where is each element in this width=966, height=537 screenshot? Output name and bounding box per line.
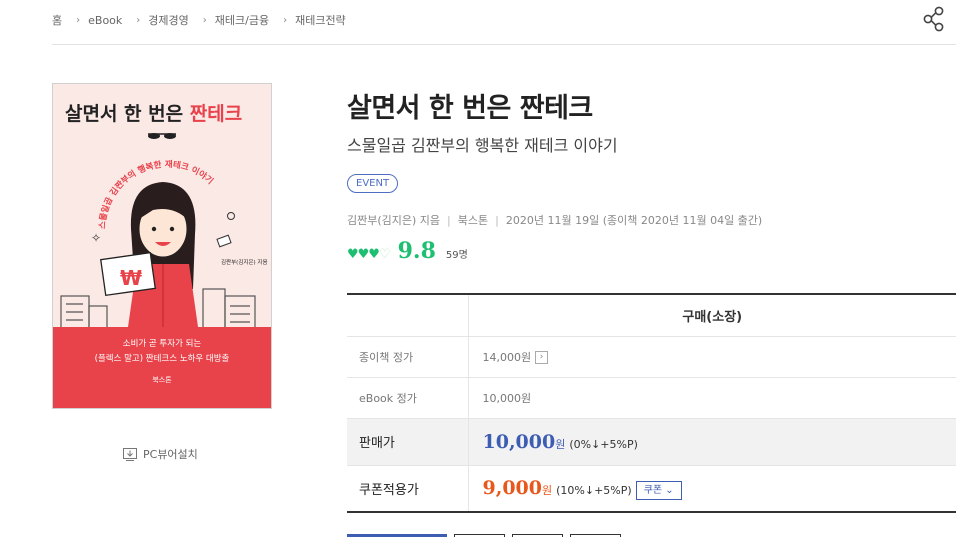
publisher-link[interactable]: 북스톤 [458, 214, 488, 227]
share-icon[interactable] [922, 6, 946, 32]
sale-price-label: 판매가 [347, 418, 469, 466]
sale-price: 10,000 [482, 430, 556, 453]
pc-viewer-install-button[interactable]: PC뷰어설치 [123, 446, 198, 462]
chevron-right-icon: › [202, 14, 207, 26]
cover-author: 김짠부(김지은) 지음 [221, 258, 268, 266]
coupon-price-unit: 원 [542, 483, 553, 497]
paper-price-label: 종이책 정가 [347, 336, 469, 378]
chevron-right-icon[interactable]: › [535, 351, 549, 364]
svg-text:✧: ✧ [91, 231, 101, 245]
breadcrumb-finance[interactable]: 재테크/금융 [215, 12, 269, 28]
divider [52, 44, 956, 45]
coupon-price-cell: 9,000원 (10%↓+5%P) 쿠폰 ⌄ [468, 465, 956, 513]
ebook-price: 10,000원 [468, 377, 956, 419]
coupon-button[interactable]: 쿠폰 ⌄ [635, 481, 682, 500]
svg-text:살면서 한 번은 짠테크: 살면서 한 번은 짠테크 [65, 103, 242, 125]
book-meta: 김짠부(김지은) 지음 | 북스톤 | 2020년 11월 19일 (종이책 2020년… [347, 214, 763, 227]
review-count[interactable]: 59명 [446, 246, 468, 261]
ebook-price-label: eBook 정가 [347, 377, 469, 419]
coupon-price-label: 쿠폰적용가 [347, 465, 469, 513]
won-icon: ₩ [120, 266, 142, 290]
sale-rate: (0%↓+5%P) [569, 437, 638, 451]
coupon-rate: (10%↓+5%P) [556, 483, 632, 497]
event-badge[interactable]: EVENT [347, 174, 399, 193]
breadcrumb-ebook[interactable]: eBook [88, 14, 122, 27]
price-header: 구매(소장) [468, 294, 956, 337]
book-title: 살면서 한 번은 짠테크 [347, 93, 593, 124]
chevron-right-icon: › [76, 14, 81, 26]
pc-viewer-label: PC뷰어설치 [143, 448, 198, 461]
chevron-right-icon: › [283, 14, 288, 26]
sale-price-cell: 10,000원 (0%↓+5%P) [468, 418, 956, 466]
paper-price: 14,000원 [482, 350, 532, 364]
author-link[interactable]: 김짠부(김지은) 지음 [347, 214, 440, 227]
cover-title-red: 짠테크 [190, 103, 242, 125]
paper-price-cell: 14,000원 › [468, 336, 956, 378]
coupon-price: 9,000 [482, 476, 543, 499]
book-subtitle: 스물일곱 김짠부의 행복한 재테크 이야기 [347, 136, 618, 155]
breadcrumb: 홈 › eBook › 경제경영 › 재테크/금융 › 재테크전략 [52, 11, 346, 29]
breadcrumb-economy[interactable]: 경제경영 [148, 12, 188, 28]
cover-publisher: 북스톤 [152, 376, 172, 384]
breadcrumb-strategy[interactable]: 재테크전략 [295, 12, 346, 28]
cover-bottom-line1: 소비가 곧 투자가 되는 [123, 339, 202, 349]
publish-date: 2020년 11월 19일 (종이책 2020년 11월 04일 출간) [505, 214, 763, 227]
cover-title-black: 살면서 한 번은 [65, 103, 183, 125]
chevron-right-icon: › [136, 14, 141, 26]
sale-price-unit: 원 [555, 437, 566, 451]
book-cover[interactable]: 살면서 한 번은 짠테크 스물일곱 김짠부의 행복한 재테크 이야기 ₩ ✧ 김… [52, 83, 272, 409]
cover-bottom-line2: (플렉스 말고) 짠테크스 노하우 대방출 [95, 353, 230, 364]
rating[interactable]: ♥♥♥♡ 9.8 59명 [347, 238, 468, 264]
price-table: 구매(소장) 종이책 정가 14,000원 › eBook 정가 10,000원 … [347, 293, 956, 513]
rating-hearts-icon: ♥♥♥♡ [347, 247, 391, 262]
rating-score: 9.8 [397, 238, 436, 264]
download-icon [123, 447, 137, 461]
breadcrumb-home[interactable]: 홈 [52, 12, 62, 28]
